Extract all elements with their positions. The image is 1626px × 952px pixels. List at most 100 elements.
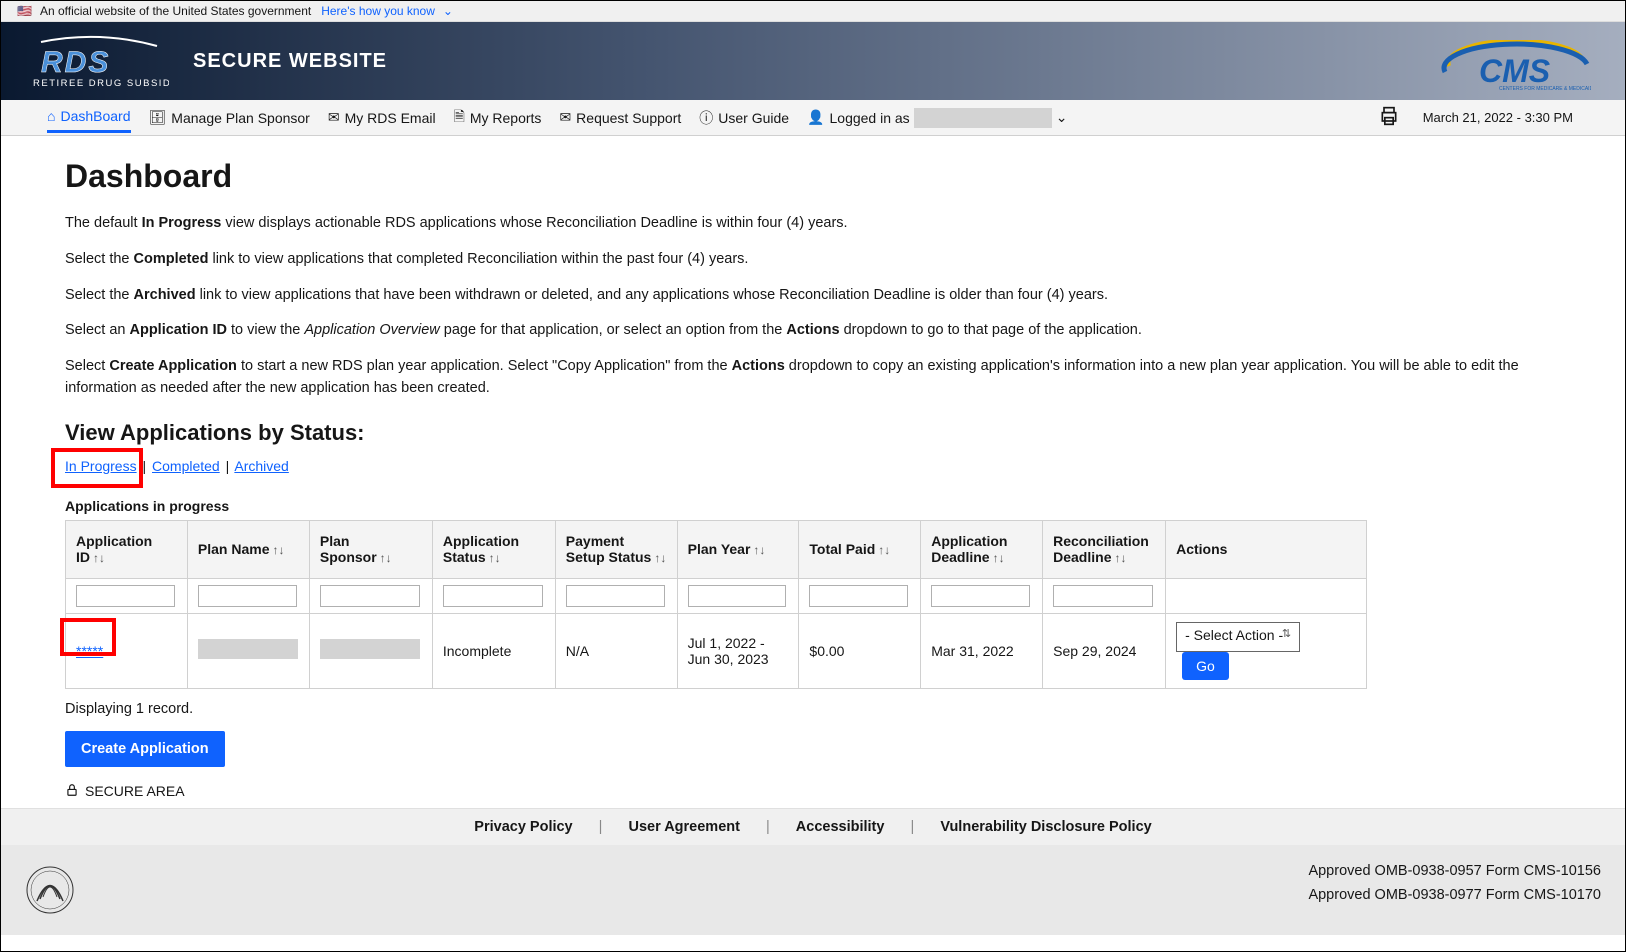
footer-links: Privacy Policy | User Agreement | Access…	[1, 808, 1625, 845]
gov-banner-text: An official website of the United States…	[40, 4, 311, 18]
nav-user-guide[interactable]: ⓘ User Guide	[699, 102, 789, 134]
secure-website-text: SECURE WEBSITE	[193, 50, 387, 73]
omb-line-2: Approved OMB-0938-0977 Form CMS-10170	[1308, 883, 1601, 908]
briefcase-icon: 🗄	[149, 109, 167, 126]
col-actions: Actions	[1166, 520, 1367, 578]
footer-vulnerability[interactable]: Vulnerability Disclosure Policy	[940, 819, 1151, 835]
intro-text: The default In Progress view displays ac…	[65, 213, 1565, 400]
cell-plan-year: Jul 1, 2022 - Jun 30, 2023	[677, 613, 799, 688]
chevron-down-icon[interactable]: ⌄	[1056, 109, 1068, 126]
sort-icon: ↑↓	[93, 551, 105, 565]
rds-logo-svg: RDS RETIREE DRUG SUBSIDY	[29, 32, 169, 88]
sort-icon: ↑↓	[878, 543, 890, 557]
action-select[interactable]: - Select Action -	[1176, 622, 1300, 652]
status-links: In Progress | Completed | Archived	[65, 458, 1565, 474]
info-icon: ⓘ	[699, 108, 713, 128]
table-row: ***** Incomplete N/A Jul 1, 2022 - Jun 3…	[66, 613, 1367, 688]
filter-total-paid[interactable]	[809, 585, 908, 607]
lock-icon	[65, 783, 79, 800]
filter-plan-year[interactable]	[688, 585, 787, 607]
col-application-status[interactable]: Application Status↑↓	[432, 520, 555, 578]
print-icon[interactable]	[1379, 106, 1399, 129]
filter-plan-sponsor[interactable]	[320, 585, 420, 607]
cell-app-status: Incomplete	[432, 613, 555, 688]
home-icon: ⌂	[47, 108, 55, 124]
sort-icon: ↑↓	[489, 551, 501, 565]
page-title: Dashboard	[65, 158, 1565, 195]
col-plan-sponsor[interactable]: Plan Sponsor↑↓	[309, 520, 432, 578]
nav-dashboard[interactable]: ⌂ DashBoard	[47, 102, 131, 133]
footer-accessibility[interactable]: Accessibility	[796, 819, 885, 835]
filter-row	[66, 578, 1367, 613]
sort-icon: ↑↓	[993, 551, 1005, 565]
cell-payment-status: N/A	[555, 613, 677, 688]
sort-icon: ↑↓	[753, 543, 765, 557]
filter-reconciliation-deadline[interactable]	[1053, 585, 1153, 607]
nav-manage-plan-sponsor[interactable]: 🗄 Manage Plan Sponsor	[149, 103, 310, 132]
nav-manage-label: Manage Plan Sponsor	[171, 110, 310, 126]
table-title: Applications in progress	[65, 498, 1565, 514]
rds-logo: RDS RETIREE DRUG SUBSIDY	[29, 32, 169, 91]
filter-application-id[interactable]	[76, 585, 175, 607]
sort-icon: ↑↓	[273, 543, 285, 557]
main-content: Dashboard The default In Progress view d…	[1, 136, 1625, 800]
footer-bottom: Approved OMB-0938-0957 Form CMS-10156 Ap…	[1, 845, 1625, 935]
user-icon: 👤	[807, 109, 824, 126]
go-button[interactable]: Go	[1182, 652, 1229, 680]
view-by-status-heading: View Applications by Status:	[65, 420, 1565, 446]
footer-privacy[interactable]: Privacy Policy	[474, 819, 572, 835]
omb-line-1: Approved OMB-0938-0957 Form CMS-10156	[1308, 859, 1601, 884]
cell-total-paid: $0.00	[799, 613, 921, 688]
redacted-plan-sponsor	[320, 639, 420, 659]
omb-approval: Approved OMB-0938-0957 Form CMS-10156 Ap…	[1308, 859, 1601, 908]
col-payment-status[interactable]: Payment Setup Status↑↓	[555, 520, 677, 578]
col-application-deadline[interactable]: Application Deadline↑↓	[921, 520, 1043, 578]
nav-request-support[interactable]: ✉ Request Support	[559, 103, 681, 132]
nav-logged-in[interactable]: 👤 Logged in as ⌄	[807, 102, 1067, 134]
document-icon: 🗎	[454, 106, 465, 130]
secure-area-text: SECURE AREA	[85, 783, 185, 799]
secure-area: SECURE AREA	[65, 783, 1565, 800]
sort-icon: ↑↓	[654, 551, 666, 565]
svg-text:RETIREE DRUG SUBSIDY: RETIREE DRUG SUBSIDY	[33, 78, 169, 88]
current-datetime: March 21, 2022 - 3:30 PM	[1423, 110, 1573, 125]
filter-plan-name[interactable]	[198, 585, 297, 607]
nav-dashboard-label: DashBoard	[60, 108, 130, 124]
nav-my-reports[interactable]: 🗎 My Reports	[454, 100, 542, 136]
redacted-plan-name	[198, 639, 298, 659]
nav-email-label: My RDS Email	[345, 110, 436, 126]
col-reconciliation-deadline[interactable]: Reconciliation Deadline↑↓	[1043, 520, 1166, 578]
footer-user-agreement[interactable]: User Agreement	[628, 819, 739, 835]
status-link-archived[interactable]: Archived	[234, 458, 288, 474]
col-plan-name[interactable]: Plan Name↑↓	[187, 520, 309, 578]
chevron-down-icon[interactable]: ⌄	[443, 4, 453, 18]
sort-icon: ↑↓	[1114, 551, 1126, 565]
nav-reports-label: My Reports	[470, 110, 542, 126]
status-link-in-progress[interactable]: In Progress	[65, 458, 137, 474]
status-link-completed[interactable]: Completed	[152, 458, 220, 474]
application-id-link[interactable]: *****	[76, 643, 103, 659]
nav-logged-label: Logged in as	[830, 110, 910, 126]
sort-icon: ↑↓	[380, 551, 392, 565]
svg-text:CMS: CMS	[1479, 53, 1551, 89]
filter-application-status[interactable]	[443, 585, 543, 607]
gov-banner: 🇺🇸 An official website of the United Sta…	[1, 1, 1625, 22]
col-total-paid[interactable]: Total Paid↑↓	[799, 520, 921, 578]
redacted-username	[914, 108, 1052, 128]
nav-guide-label: User Guide	[718, 110, 789, 126]
support-icon: ✉	[559, 109, 571, 126]
applications-table: Application ID↑↓ Plan Name↑↓ Plan Sponso…	[65, 520, 1367, 689]
how-you-know-link[interactable]: Here's how you know	[321, 4, 435, 18]
col-plan-year[interactable]: Plan Year↑↓	[677, 520, 799, 578]
nav-rds-email[interactable]: ✉ My RDS Email	[328, 103, 436, 132]
nav-support-label: Request Support	[576, 110, 681, 126]
filter-payment-status[interactable]	[566, 585, 665, 607]
col-application-id[interactable]: Application ID↑↓	[66, 520, 188, 578]
us-flag-icon: 🇺🇸	[17, 4, 32, 18]
record-count: Displaying 1 record.	[65, 701, 1565, 717]
svg-text:CENTERS FOR MEDICARE & MEDICAI: CENTERS FOR MEDICARE & MEDICAID SERVICES	[1499, 86, 1591, 92]
create-application-button[interactable]: Create Application	[65, 731, 225, 767]
cell-app-deadline: Mar 31, 2022	[921, 613, 1043, 688]
nav-bar: ⌂ DashBoard 🗄 Manage Plan Sponsor ✉ My R…	[1, 100, 1625, 136]
filter-application-deadline[interactable]	[931, 585, 1030, 607]
